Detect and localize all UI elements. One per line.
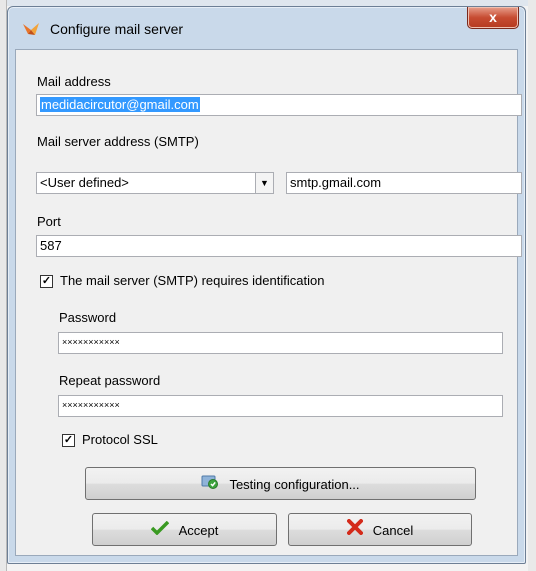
ssl-checkbox[interactable]: ✓ [62,434,75,447]
smtp-server-input[interactable]: smtp.gmail.com [286,172,522,194]
configure-mail-server-dialog: Configure mail server x Mail address med… [7,6,526,564]
accept-button[interactable]: Accept [92,513,277,546]
mail-address-input[interactable]: medidacircutor@gmail.com [36,94,522,116]
repeat-password-input[interactable]: ××××××××××× [58,395,503,417]
identification-label: The mail server (SMTP) requires identifi… [60,273,325,288]
mail-address-label: Mail address [37,74,111,89]
dialog-body: Mail address medidacircutor@gmail.com Ma… [15,49,522,556]
ssl-label: Protocol SSL [82,432,158,447]
smtp-preset-select[interactable]: <User defined> ▼ [36,172,274,194]
port-input[interactable]: 587 [36,235,522,257]
password-input[interactable]: ××××××××××× [58,332,503,354]
close-icon: x [489,9,497,25]
chevron-down-icon[interactable]: ▼ [255,173,273,193]
x-icon [346,515,363,546]
password-label: Password [59,310,117,325]
identification-checkbox[interactable]: ✓ [40,275,53,288]
repeat-password-label: Repeat password [59,373,161,388]
background-window-left [0,0,7,571]
close-button[interactable]: x [467,7,519,29]
title-bar[interactable]: Configure mail server x [8,7,525,49]
test-configuration-button[interactable]: Testing configuration... [85,467,476,500]
config-test-icon [201,469,219,500]
window-title: Configure mail server [50,21,184,37]
mail-server-icon [22,21,40,37]
background-window-right [528,0,536,571]
cancel-button[interactable]: Cancel [288,513,472,546]
check-icon [150,515,169,546]
port-label: Port [37,214,61,229]
smtp-label: Mail server address (SMTP) [37,134,199,149]
